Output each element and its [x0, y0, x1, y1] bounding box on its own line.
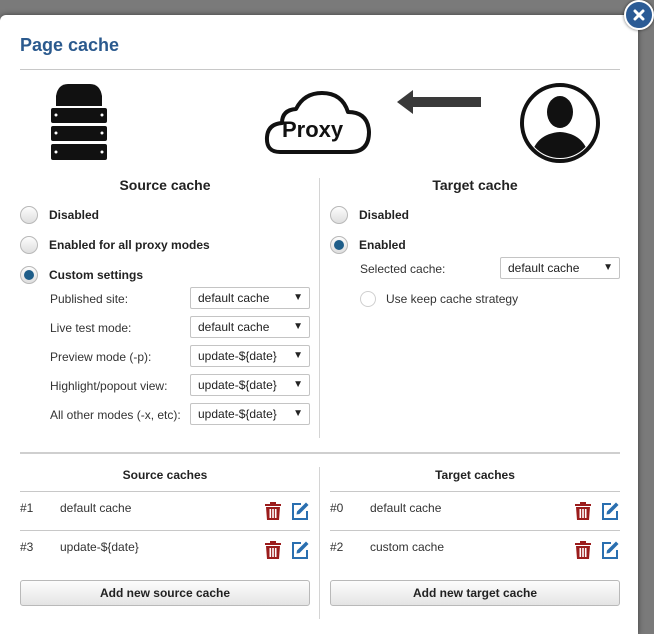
select-value: default cache	[198, 291, 270, 305]
list-divider	[20, 491, 310, 492]
caret-down-icon: ▼	[293, 292, 303, 303]
settings-divider	[319, 178, 320, 438]
select-value: update-${date}	[198, 407, 277, 421]
source-cache-title: Source cache	[119, 177, 211, 193]
keep-cache-strategy-option[interactable]: Use keep cache strategy	[360, 291, 518, 307]
trash-icon[interactable]	[573, 540, 593, 560]
list-divider	[330, 530, 620, 531]
trash-icon[interactable]	[263, 501, 283, 521]
cache-id: #2	[330, 540, 344, 554]
lists-vertical-divider	[319, 467, 320, 619]
cache-name: default cache	[60, 501, 132, 515]
list-divider	[330, 491, 620, 492]
radio-button[interactable]	[360, 291, 376, 307]
source-caches-title: Source caches	[122, 468, 208, 482]
caret-down-icon: ▼	[293, 379, 303, 390]
dialog-title: Page cache	[20, 35, 120, 55]
radio-button-checked[interactable]	[20, 266, 38, 284]
source-option-custom[interactable]: Custom settings	[20, 266, 143, 284]
other-modes-select[interactable]: update-${date} ▼	[190, 403, 310, 425]
caret-down-icon: ▼	[293, 321, 303, 332]
other-modes-label: All other modes (-x, etc):	[50, 408, 181, 422]
title-divider	[20, 69, 620, 70]
preview-mode-label: Preview mode (-p):	[50, 350, 152, 364]
edit-icon[interactable]	[290, 540, 310, 560]
selected-cache-label: Selected cache:	[360, 262, 446, 276]
select-value: update-${date}	[198, 349, 277, 363]
cache-id: #0	[330, 501, 344, 515]
close-icon	[633, 9, 645, 21]
trash-icon[interactable]	[573, 501, 593, 521]
cache-name: default cache	[370, 501, 442, 515]
target-option-enabled[interactable]: Enabled	[330, 236, 406, 254]
caret-down-icon: ▼	[293, 350, 303, 361]
radio-button[interactable]	[20, 236, 38, 254]
server-icon	[51, 84, 107, 160]
cache-id: #3	[20, 540, 34, 554]
highlight-popout-label: Highlight/popout view:	[50, 379, 168, 393]
select-value: update-${date}	[198, 378, 277, 392]
lists-divider	[20, 452, 620, 454]
caret-down-icon: ▼	[603, 262, 613, 273]
user-icon	[520, 83, 600, 163]
option-label: Custom settings	[49, 268, 144, 282]
radio-button-checked[interactable]	[330, 236, 348, 254]
edit-icon[interactable]	[600, 540, 620, 560]
select-value: default cache	[198, 320, 270, 334]
page-cache-dialog: Page cache Proxy Source cache Disabled E…	[0, 15, 638, 634]
preview-mode-select[interactable]: update-${date} ▼	[190, 345, 310, 367]
cache-name: update-${date}	[60, 540, 139, 554]
option-label: Use keep cache strategy	[386, 292, 519, 306]
edit-icon[interactable]	[600, 501, 620, 521]
published-site-label: Published site:	[50, 292, 129, 306]
proxy-label: Proxy	[282, 117, 344, 142]
target-option-disabled[interactable]: Disabled	[330, 206, 409, 224]
close-button[interactable]	[624, 0, 654, 30]
caret-down-icon: ▼	[293, 408, 303, 419]
select-value: default cache	[508, 261, 580, 275]
arrow-left-icon	[397, 90, 481, 114]
add-source-cache-button[interactable]: Add new source cache	[20, 580, 310, 606]
edit-icon[interactable]	[290, 501, 310, 521]
option-label: Enabled	[359, 238, 406, 252]
highlight-popout-select[interactable]: update-${date} ▼	[190, 374, 310, 396]
published-site-select[interactable]: default cache ▼	[190, 287, 310, 309]
option-label: Enabled for all proxy modes	[49, 238, 210, 252]
live-test-mode-label: Live test mode:	[50, 321, 132, 335]
add-target-cache-button[interactable]: Add new target cache	[330, 580, 620, 606]
target-caches-title: Target caches	[435, 468, 515, 482]
source-option-disabled[interactable]: Disabled	[20, 206, 99, 224]
cache-name: custom cache	[370, 540, 445, 554]
cache-id: #1	[20, 501, 34, 515]
target-cache-title: Target cache	[432, 177, 518, 193]
option-label: Disabled	[49, 208, 100, 222]
live-test-mode-select[interactable]: default cache ▼	[190, 316, 310, 338]
radio-button[interactable]	[20, 206, 38, 224]
radio-button[interactable]	[330, 206, 348, 224]
selected-cache-select[interactable]: default cache ▼	[500, 257, 620, 279]
option-label: Disabled	[359, 208, 410, 222]
trash-icon[interactable]	[263, 540, 283, 560]
source-option-enabled-all[interactable]: Enabled for all proxy modes	[20, 236, 210, 254]
list-divider	[20, 530, 310, 531]
